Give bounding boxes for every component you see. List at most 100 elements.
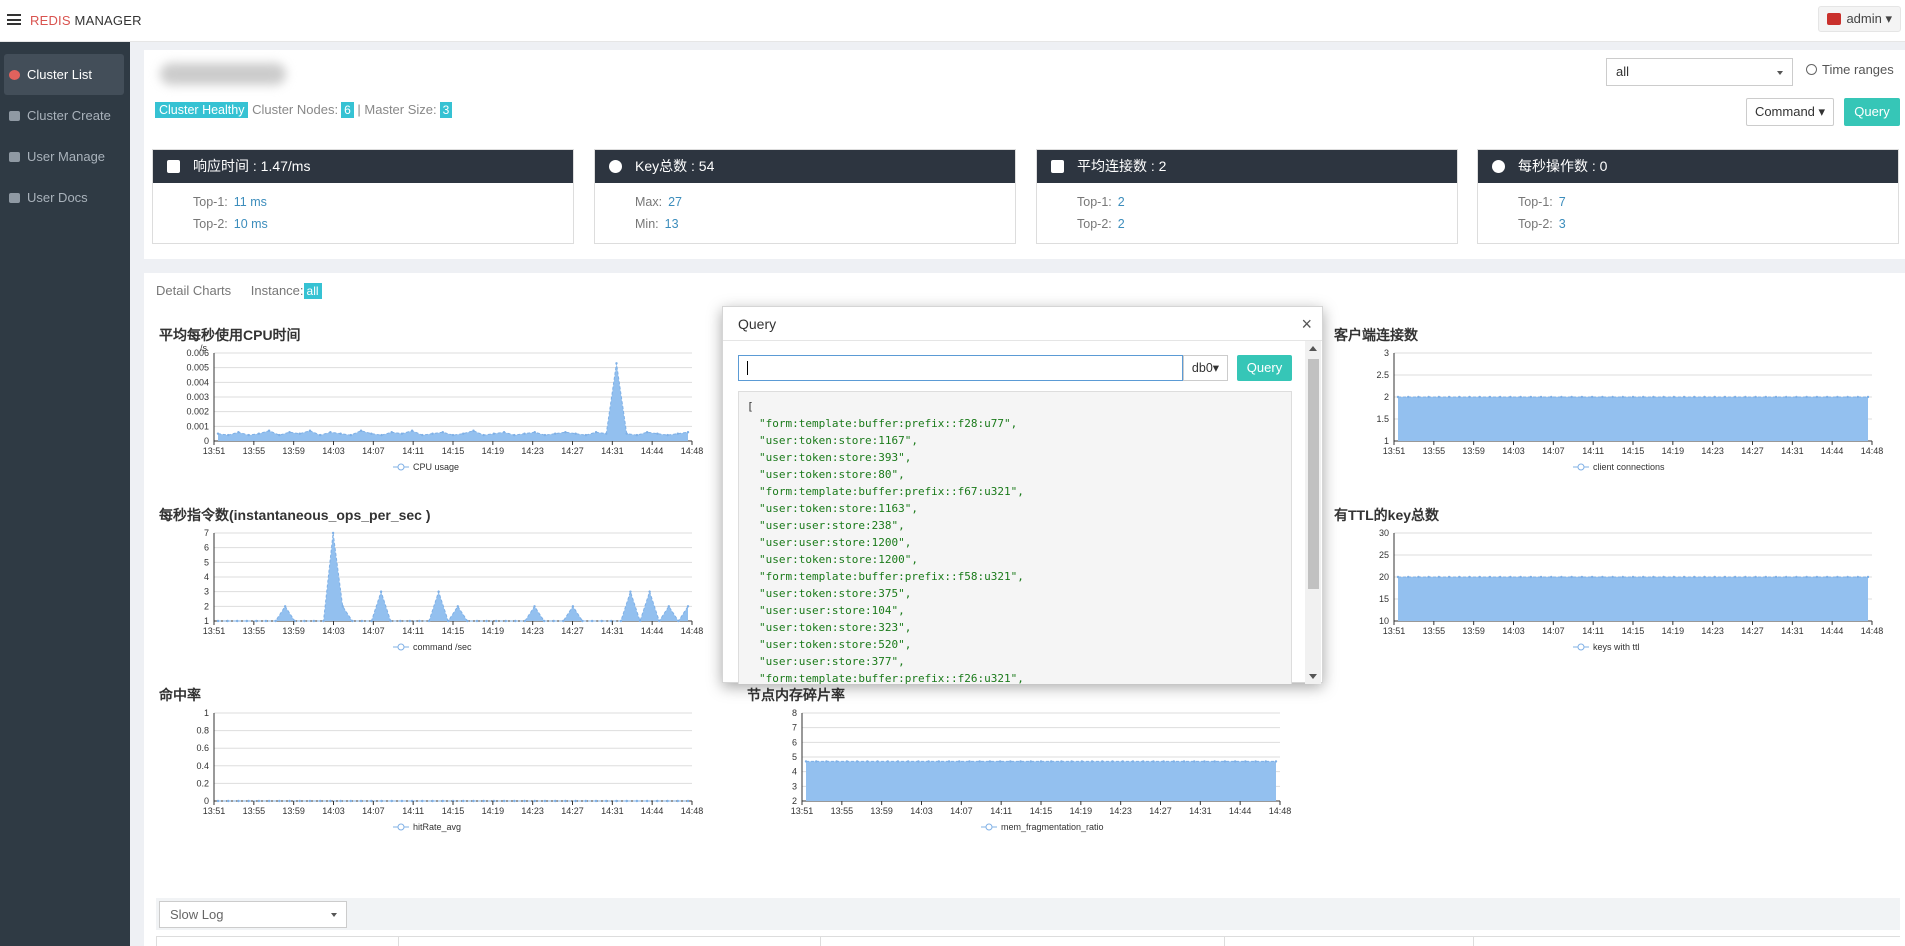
data-point [1744, 395, 1747, 399]
sidebar-item-user-docs[interactable]: User Docs [0, 177, 130, 218]
caret-down-icon [331, 913, 337, 917]
x-tick-label: 14:23 [521, 806, 544, 816]
data-point [978, 760, 981, 763]
data-point [1805, 575, 1808, 579]
legend-marker[interactable] [397, 823, 405, 831]
data-point [1785, 395, 1788, 399]
x-tick-label: 14:27 [1149, 806, 1172, 816]
data-point [656, 799, 659, 803]
data-point [1682, 395, 1686, 399]
legend-label[interactable]: command /sec [413, 642, 472, 652]
menu-toggle-icon[interactable] [7, 14, 21, 25]
data-point [351, 619, 354, 623]
card-header: 响应时间 : 1.47/ms [153, 150, 573, 183]
data-point [278, 799, 281, 803]
x-tick-label: 14:11 [402, 806, 424, 816]
x-tick-label: 13:59 [282, 626, 305, 636]
x-tick-label: 13:59 [282, 446, 305, 456]
data-point [502, 431, 506, 434]
data-point [638, 619, 642, 623]
data-point [1703, 575, 1706, 579]
y-tick-label: 15 [1379, 594, 1389, 604]
data-point [418, 619, 421, 623]
data-point [1846, 395, 1849, 399]
data-point [1795, 575, 1798, 579]
row-key: Min: [635, 217, 659, 231]
legend-marker[interactable] [397, 643, 405, 651]
x-tick-label: 14:31 [601, 806, 624, 816]
x-tick-label: 14:19 [482, 446, 505, 456]
slow-log-label: Slow Log [170, 907, 224, 922]
data-point [666, 433, 669, 437]
result-line: "user:token:store:1200", [759, 553, 918, 566]
scroll-down-icon[interactable] [1309, 674, 1317, 679]
data-point [988, 760, 992, 763]
data-point [379, 590, 383, 593]
legend-marker[interactable] [1577, 463, 1585, 471]
legend-label[interactable]: keys with ttl [1593, 642, 1640, 652]
x-tick-label: 13:51 [203, 446, 226, 456]
data-point [1264, 760, 1267, 763]
legend-label[interactable]: mem_fragmentation_ratio [1001, 822, 1104, 832]
data-point [349, 799, 353, 803]
node-select[interactable]: all [1606, 58, 1793, 86]
data-point [629, 590, 632, 593]
data-point [571, 605, 575, 608]
sidebar-item-user-manage[interactable]: User Manage [0, 136, 130, 177]
data-point [552, 619, 555, 623]
sidebar-item-cluster-list[interactable]: Cluster List [4, 54, 124, 95]
data-point [804, 760, 808, 763]
data-point [1478, 575, 1481, 579]
y-tick-label: 1 [1384, 436, 1389, 446]
data-point [370, 619, 373, 623]
y-tick-label: 2 [792, 796, 797, 806]
query-input[interactable] [738, 355, 1183, 381]
data-point [1652, 575, 1655, 579]
data-point [1795, 395, 1798, 399]
legend-label[interactable]: client connections [1593, 462, 1665, 472]
hit-rate-chart: 0 0.2 0.4 0.6 0.8 1 13:51 13:55 13:59 14:03 14:07 1… [196, 708, 703, 832]
data-point [676, 432, 679, 435]
data-point [1152, 760, 1155, 763]
data-point [431, 799, 434, 803]
legend-label[interactable]: CPU usage [413, 462, 459, 472]
y-tick-label: 6 [204, 543, 209, 553]
card-row: Top-1: 11 ms [153, 195, 573, 209]
result-line: "user:token:store:1163", [759, 502, 918, 515]
data-point [1254, 760, 1257, 763]
cpu-usage-chart: /s00.0010.0020.0030.0040.0050.00613:51 13… [186, 343, 703, 472]
modal-query-button[interactable]: Query [1237, 355, 1292, 381]
data-point [1050, 760, 1053, 763]
scroll-up-icon[interactable] [1309, 346, 1317, 351]
data-point [656, 432, 659, 435]
slow-log-select[interactable]: Slow Log [159, 901, 347, 928]
data-point [533, 431, 536, 434]
x-tick-label: 14:44 [641, 806, 664, 816]
query-button[interactable]: Query [1844, 98, 1900, 126]
data-point [331, 531, 335, 535]
db-select[interactable]: db0▾ [1183, 355, 1228, 381]
scroll-thumb[interactable] [1308, 359, 1319, 589]
legend-marker[interactable] [397, 463, 405, 471]
sidebar-item-label: User Manage [27, 149, 106, 164]
brand-logo[interactable]: REDIS MANAGER [30, 13, 142, 28]
legend-marker[interactable] [1577, 643, 1585, 651]
tab-detail-charts[interactable]: Detail Charts [156, 283, 231, 298]
modal-scrollbar[interactable] [1305, 341, 1321, 684]
close-icon[interactable]: × [1301, 307, 1312, 341]
data-point [1458, 575, 1461, 579]
data-point [619, 619, 623, 623]
data-point [237, 799, 240, 803]
sidebar-item-cluster-create[interactable]: Cluster Create [0, 95, 130, 136]
table-col [1473, 937, 1474, 946]
instance-badge[interactable]: all [303, 283, 322, 299]
time-ranges-button[interactable]: Time ranges [1806, 62, 1894, 77]
data-point [502, 799, 506, 803]
x-tick-label: 13:59 [1462, 446, 1485, 456]
user-menu-button[interactable]: admin ▾ [1818, 6, 1901, 32]
command-dropdown-button[interactable]: Command ▾ [1746, 98, 1834, 126]
legend-marker[interactable] [985, 823, 993, 831]
data-point [1468, 395, 1471, 399]
x-tick-label: 14:03 [322, 626, 345, 636]
legend-label[interactable]: hitRate_avg [413, 822, 461, 832]
